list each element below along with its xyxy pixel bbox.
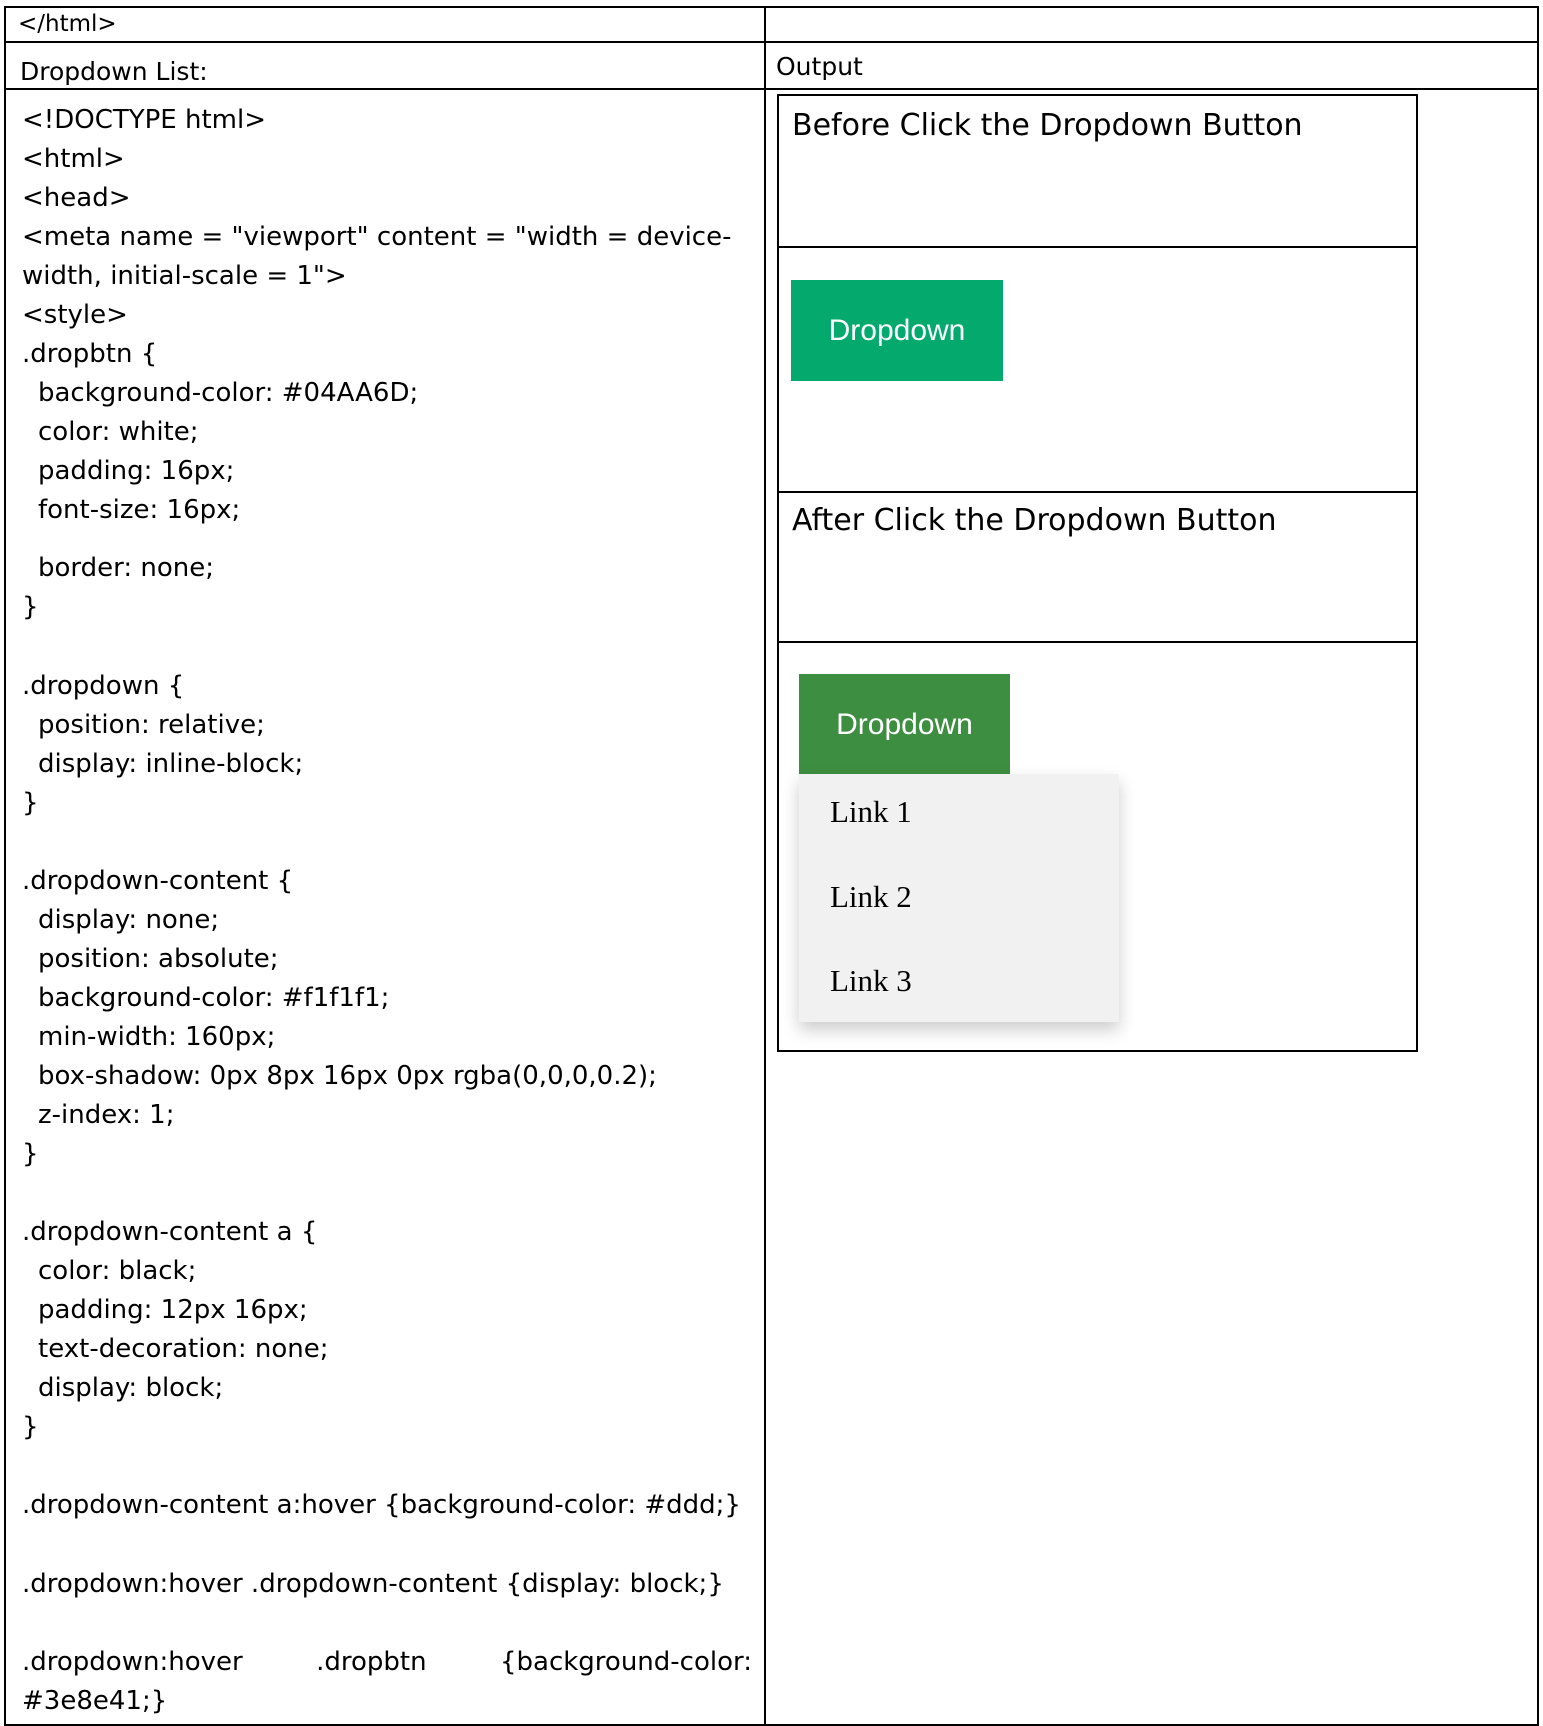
code-line: width, initial-scale = 1"> <box>22 261 347 291</box>
output-divider <box>779 491 1416 493</box>
dropdown-button-default[interactable]: Dropdown <box>791 280 1003 381</box>
code-line: padding: 16px; <box>38 456 235 486</box>
code-line: color: black; <box>38 1256 197 1286</box>
code-line: position: absolute; <box>38 944 279 974</box>
column-divider <box>764 8 766 1724</box>
code-line: <meta name = "viewport" content = "width… <box>22 222 732 252</box>
code-line: background-color: #f1f1f1; <box>38 983 390 1013</box>
output-divider <box>779 246 1416 248</box>
output-column-title: Output <box>776 52 863 81</box>
code-token: .dropbtn <box>316 1647 427 1677</box>
output-divider <box>779 641 1416 643</box>
code-line: #3e8e41;} <box>22 1686 168 1716</box>
code-line: color: white; <box>38 417 199 447</box>
output-frame: Before Click the Dropdown Button Dropdow… <box>777 94 1418 1052</box>
code-line: font-size: 16px; <box>38 495 241 525</box>
code-line: <style> <box>22 300 128 330</box>
code-token: .dropdown:hover <box>22 1647 243 1677</box>
code-line: .dropdown:hover .dropdown-content {displ… <box>22 1569 724 1599</box>
code-line: min-width: 160px; <box>38 1022 276 1052</box>
code-line: position: relative; <box>38 710 265 740</box>
code-line: display: none; <box>38 905 220 935</box>
dropdown-link-3[interactable]: Link 3 <box>830 963 912 999</box>
code-column-title: Dropdown List: <box>20 57 208 86</box>
code-token: {background-color: <box>499 1647 752 1677</box>
code-line: border: none; <box>38 553 215 583</box>
before-click-heading: Before Click the Dropdown Button <box>792 108 1303 143</box>
code-line: .dropdown-content { <box>22 866 294 896</box>
code-line: .dropdown { <box>22 671 185 701</box>
code-line: <head> <box>22 183 131 213</box>
code-line: .dropbtn { <box>22 339 158 369</box>
row-divider <box>6 88 1537 90</box>
code-line: } <box>22 788 39 818</box>
code-line: } <box>22 1139 39 1169</box>
dropdown-link-1[interactable]: Link 1 <box>830 794 912 830</box>
code-line: padding: 12px 16px; <box>38 1295 308 1325</box>
code-line: <!DOCTYPE html> <box>22 105 266 135</box>
dropdown-menu: Link 1 Link 2 Link 3 <box>799 774 1119 1022</box>
code-line: .dropdown-content a { <box>22 1217 318 1247</box>
code-line: display: block; <box>38 1373 224 1403</box>
code-line: box-shadow: 0px 8px 16px 0px rgba(0,0,0,… <box>38 1061 657 1091</box>
code-line: } <box>22 592 39 622</box>
code-line: background-color: #04AA6D; <box>38 378 419 408</box>
code-line-justified: .dropdown:hover .dropbtn {background-col… <box>22 1645 752 1679</box>
code-line: .dropdown-content a:hover {background-co… <box>22 1490 741 1520</box>
code-line: display: inline-block; <box>38 749 304 779</box>
row-divider <box>6 41 1537 43</box>
header-left-text: </html> <box>18 11 117 37</box>
code-line: } <box>22 1412 39 1442</box>
code-line: <html> <box>22 144 125 174</box>
code-line: z-index: 1; <box>38 1100 175 1130</box>
dropdown-button-hover[interactable]: Dropdown <box>799 674 1010 775</box>
after-click-heading: After Click the Dropdown Button <box>792 503 1277 538</box>
code-line: text-decoration: none; <box>38 1334 329 1364</box>
dropdown-link-2[interactable]: Link 2 <box>830 879 912 915</box>
